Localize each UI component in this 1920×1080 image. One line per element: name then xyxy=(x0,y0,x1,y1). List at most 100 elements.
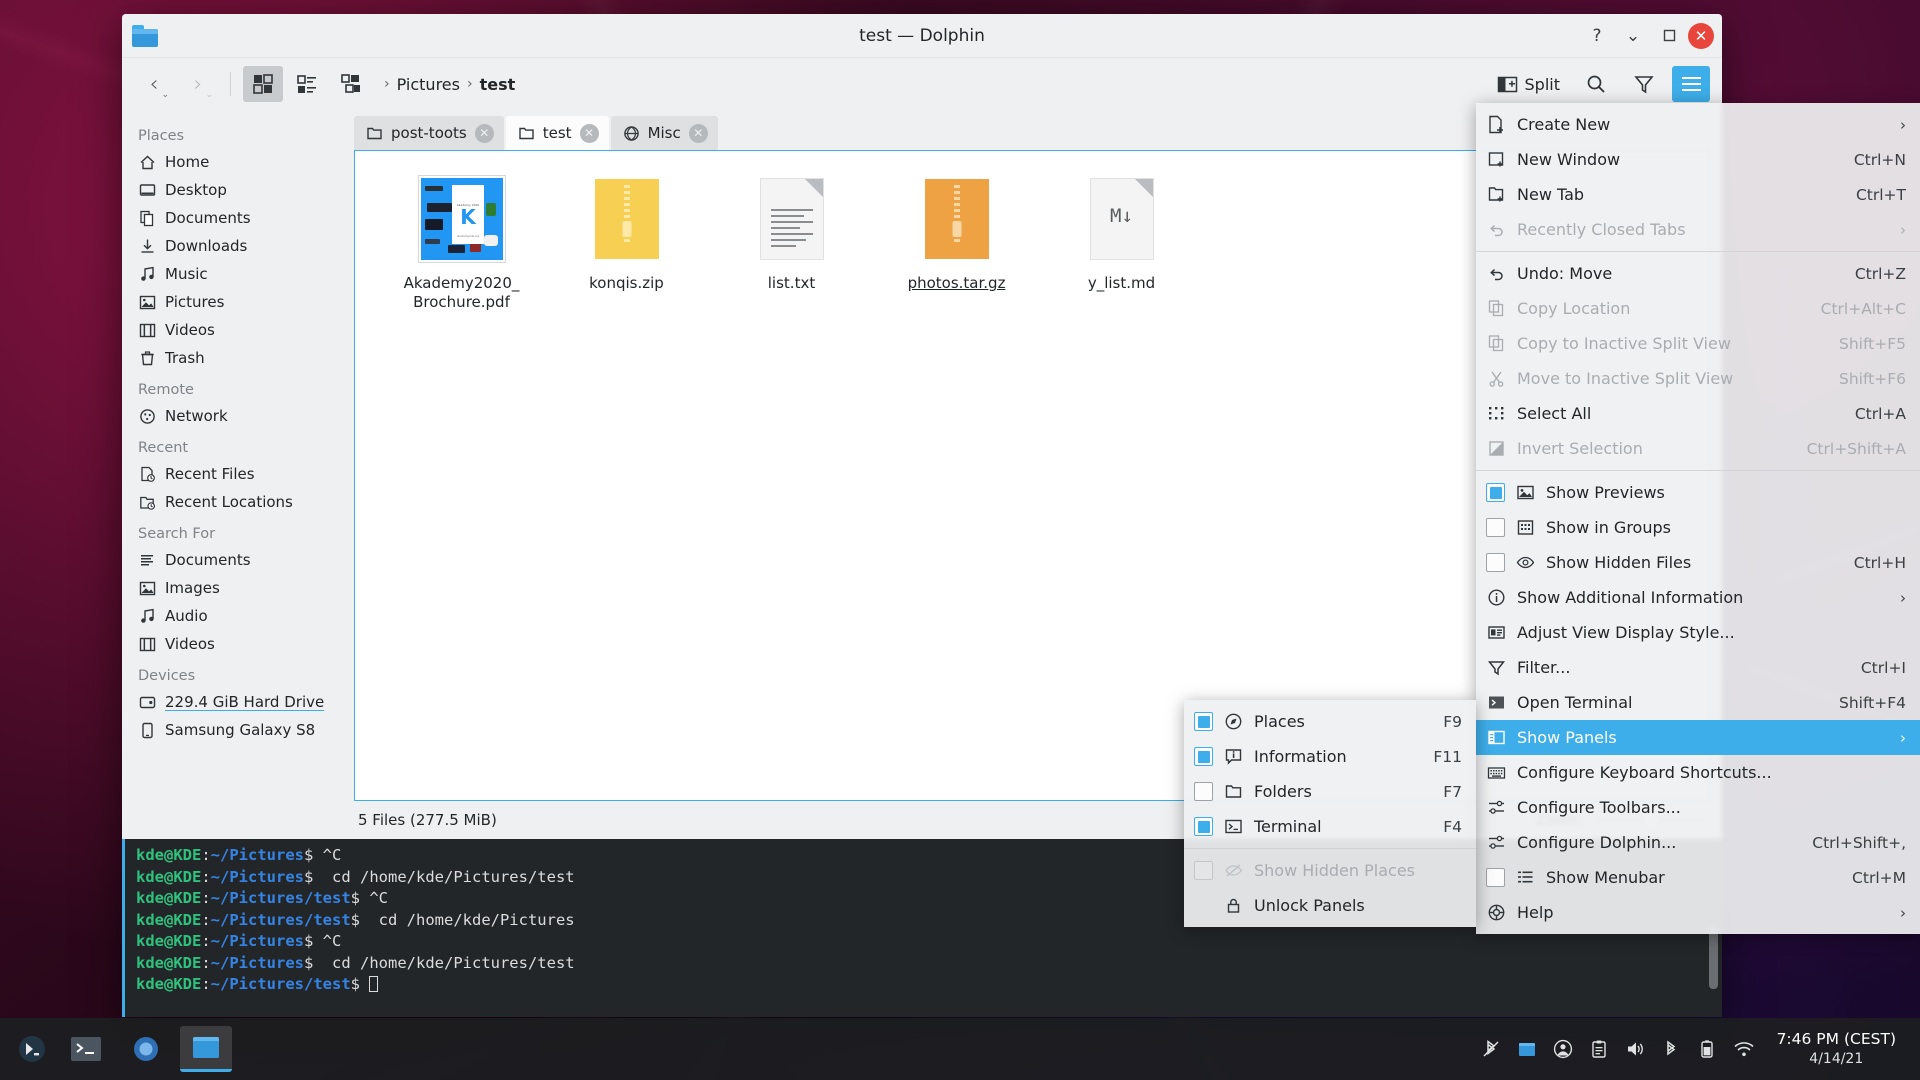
menu-item-new-tab[interactable]: New Tab Ctrl+T xyxy=(1476,177,1920,212)
search-videos-icon xyxy=(138,635,156,653)
checkbox[interactable] xyxy=(1194,782,1213,801)
close-button[interactable]: ✕ xyxy=(1688,22,1714,49)
menu-item-show-hidden-files[interactable]: Show Hidden Files Ctrl+H xyxy=(1476,545,1920,580)
checkbox[interactable] xyxy=(1486,518,1505,537)
menu-item-label: Show Hidden Files xyxy=(1546,553,1692,572)
checkbox[interactable] xyxy=(1194,817,1213,836)
checkbox[interactable] xyxy=(1486,483,1505,502)
menu-item-undo-move[interactable]: Undo: Move Ctrl+Z xyxy=(1476,256,1920,291)
tab-misc[interactable]: Misc ✕ xyxy=(610,116,718,150)
minimize-button[interactable]: ⌄ xyxy=(1616,21,1650,51)
configure-icon xyxy=(1486,797,1507,818)
file-item[interactable]: M↓ y_list.md xyxy=(1039,173,1204,312)
bluetooth-icon[interactable] xyxy=(1661,1039,1681,1059)
clock-time: 7:46 PM xyxy=(1776,1030,1840,1048)
sidebar-item-hard-drive[interactable]: 229.4 GiB Hard Drive xyxy=(132,688,344,716)
file-item[interactable]: konqis.zip xyxy=(544,173,709,312)
view-icons-button[interactable] xyxy=(243,66,283,102)
forward-button[interactable]: › ⌄ xyxy=(178,66,218,102)
menu-item-shortcut: Ctrl+A xyxy=(1854,404,1906,423)
firefox-task[interactable] xyxy=(120,1026,172,1072)
sidebar-group-search-for: Search For Documents Images Audio Videos xyxy=(132,526,344,658)
sidebar-item-search-audio[interactable]: Audio xyxy=(132,602,344,630)
menu-item-adjust-view-display-style[interactable]: Adjust View Display Style... xyxy=(1476,615,1920,650)
menu-item-open-terminal[interactable]: Open Terminal Shift+F4 xyxy=(1476,685,1920,720)
menu-item-show-in-groups[interactable]: Show in Groups xyxy=(1476,510,1920,545)
sidebar-item-label: Images xyxy=(165,579,220,597)
sidebar-item-home[interactable]: Home xyxy=(132,148,344,176)
dolphin-tray-icon[interactable] xyxy=(1517,1039,1537,1059)
file-item[interactable]: list.txt xyxy=(709,173,874,312)
user-icon[interactable] xyxy=(1553,1039,1573,1059)
bluetooth-off-icon[interactable] xyxy=(1481,1039,1501,1059)
search-button[interactable] xyxy=(1576,66,1616,102)
menu-item-configure-dolphin[interactable]: Configure Dolphin... Ctrl+Shift+, xyxy=(1476,825,1920,860)
close-icon[interactable]: ✕ xyxy=(688,123,708,143)
search-audio-icon xyxy=(138,607,156,625)
checkbox[interactable] xyxy=(1486,553,1505,572)
view-compact-button[interactable] xyxy=(287,66,327,102)
network-wifi-icon[interactable] xyxy=(1733,1039,1755,1059)
control-menu-button[interactable] xyxy=(1672,66,1710,102)
submenu-item-information[interactable]: Information F11 xyxy=(1184,739,1476,774)
menu-item-select-all[interactable]: Select All Ctrl+A xyxy=(1476,396,1920,431)
sidebar-item-pictures[interactable]: Pictures xyxy=(132,288,344,316)
checkbox[interactable] xyxy=(1194,712,1213,731)
tab-label: Misc xyxy=(647,124,681,142)
tab-post-toots[interactable]: post-toots ✕ xyxy=(354,116,504,150)
file-item[interactable]: Akademy 2020 K akademy.kde.org Akademy20… xyxy=(379,173,544,312)
sidebar-item-music[interactable]: Music xyxy=(132,260,344,288)
clock[interactable]: 7:46 PM (CEST) 4/14/21 xyxy=(1771,1029,1896,1069)
konsole-task[interactable] xyxy=(60,1026,112,1072)
view-details-button[interactable] xyxy=(331,66,371,102)
sidebar-item-trash[interactable]: Trash xyxy=(132,344,344,372)
menu-item-configure-keyboard-shortcuts[interactable]: Configure Keyboard Shortcuts... xyxy=(1476,755,1920,790)
sidebar-item-search-documents[interactable]: Documents xyxy=(132,546,344,574)
filter-button[interactable] xyxy=(1624,66,1664,102)
submenu-item-places[interactable]: Places F9 xyxy=(1184,704,1476,739)
menu-item-help[interactable]: Help › xyxy=(1476,895,1920,930)
sidebar-item-recent-locations[interactable]: Recent Locations xyxy=(132,488,344,516)
submenu-item-unlock-panels[interactable]: Unlock Panels xyxy=(1184,888,1476,923)
sidebar-item-search-videos[interactable]: Videos xyxy=(132,630,344,658)
split-button[interactable]: Split xyxy=(1489,70,1568,99)
sidebar-item-documents[interactable]: Documents xyxy=(132,204,344,232)
application-launcher-button[interactable] xyxy=(10,1027,54,1071)
volume-icon[interactable] xyxy=(1625,1039,1645,1059)
menu-item-configure-toolbars[interactable]: Configure Toolbars... xyxy=(1476,790,1920,825)
menu-item-show-menubar[interactable]: Show Menubar Ctrl+M xyxy=(1476,860,1920,895)
terminal-user: kde@KDE xyxy=(136,846,202,864)
menu-item-shortcut: Ctrl+Shift+, xyxy=(1812,833,1906,852)
menu-item-show-panels[interactable]: Show Panels › xyxy=(1476,720,1920,755)
terminal-scrollbar[interactable] xyxy=(1709,927,1718,989)
sidebar-item-downloads[interactable]: Downloads xyxy=(132,232,344,260)
breadcrumb-item-pictures[interactable]: Pictures xyxy=(397,75,460,94)
sidebar-item-videos[interactable]: Videos xyxy=(132,316,344,344)
menu-item-show-previews[interactable]: Show Previews xyxy=(1476,475,1920,510)
clipboard-icon[interactable] xyxy=(1589,1039,1609,1059)
close-icon[interactable]: ✕ xyxy=(579,123,599,143)
sidebar-item-search-images[interactable]: Images xyxy=(132,574,344,602)
menu-item-filter[interactable]: Filter... Ctrl+I xyxy=(1476,650,1920,685)
maximize-button[interactable] xyxy=(1652,21,1686,51)
menu-item-show-additional-information[interactable]: Show Additional Information › xyxy=(1476,580,1920,615)
close-icon[interactable]: ✕ xyxy=(474,123,494,143)
menu-item-new-window[interactable]: New Window Ctrl+N xyxy=(1476,142,1920,177)
sidebar-item-phone[interactable]: Samsung Galaxy S8 xyxy=(132,716,344,744)
battery-icon[interactable] xyxy=(1697,1039,1717,1059)
dolphin-task[interactable] xyxy=(180,1026,232,1072)
file-item[interactable]: photos.tar.gz xyxy=(874,173,1039,312)
help-button[interactable]: ? xyxy=(1580,21,1614,51)
sidebar-item-desktop[interactable]: Desktop xyxy=(132,176,344,204)
sidebar-item-recent-files[interactable]: Recent Files xyxy=(132,460,344,488)
submenu-item-terminal[interactable]: Terminal F4 xyxy=(1184,809,1476,844)
sidebar-item-network[interactable]: Network xyxy=(132,402,344,430)
submenu-item-folders[interactable]: Folders F7 xyxy=(1184,774,1476,809)
checkbox[interactable] xyxy=(1194,747,1213,766)
back-button[interactable]: ‹ ⌄ xyxy=(134,66,174,102)
menu-item-label: Invert Selection xyxy=(1517,439,1643,458)
checkbox[interactable] xyxy=(1486,868,1505,887)
tab-test[interactable]: test ✕ xyxy=(505,116,609,150)
menu-item-create-new[interactable]: Create New › xyxy=(1476,107,1920,142)
breadcrumb-item-test[interactable]: test xyxy=(480,75,516,94)
